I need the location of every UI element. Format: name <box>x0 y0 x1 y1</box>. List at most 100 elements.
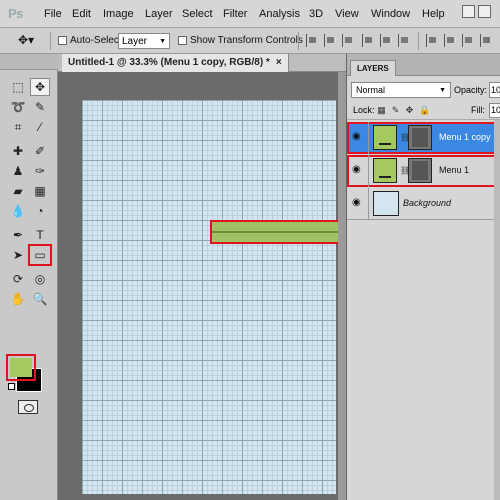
menu-filter[interactable]: Filter <box>223 8 247 20</box>
lock-all-icon[interactable]: 🔒 <box>419 106 430 115</box>
visibility-toggle[interactable]: ◉ <box>347 122 369 154</box>
tab-layers[interactable]: LAYERS <box>350 60 396 76</box>
auto-select-label: Auto-Select: <box>70 35 125 46</box>
minimize-button[interactable] <box>462 5 475 18</box>
foreground-color-swatch[interactable] <box>10 358 32 377</box>
menu-file[interactable]: File <box>44 8 62 20</box>
tools-panel-header[interactable] <box>0 54 58 70</box>
move-tool-icon[interactable]: ✥▾ <box>18 33 34 47</box>
rectangle-tool-icon[interactable]: ▭ <box>28 244 52 266</box>
chevron-down-icon: ▼ <box>439 87 446 94</box>
move-tool-icon[interactable]: ✥ <box>30 78 50 96</box>
document-area: Untitled-1 @ 33.3% (Menu 1 copy, RGB/8) … <box>58 54 360 500</box>
quick-select-icon[interactable]: ✎ <box>30 98 50 116</box>
brush-icon[interactable]: ✐ <box>30 142 50 160</box>
menu-edit[interactable]: Edit <box>72 8 91 20</box>
blend-mode-dropdown[interactable]: Normal ▼ <box>351 82 451 98</box>
opacity-label: Opacity: <box>454 85 488 95</box>
align-left-icon[interactable] <box>362 34 374 47</box>
layer-row-background[interactable]: ◉ Background <box>347 188 500 220</box>
document-tabbar: Untitled-1 @ 33.3% (Menu 1 copy, RGB/8) … <box>58 54 346 72</box>
eyedropper-icon[interactable]: ⁄ <box>30 118 50 136</box>
lasso-icon[interactable]: ➰ <box>8 98 28 116</box>
document-tab[interactable]: Untitled-1 @ 33.3% (Menu 1 copy, RGB/8) … <box>62 54 289 72</box>
opacity-field[interactable]: 100% <box>489 82 500 98</box>
pen-icon[interactable]: ✒ <box>8 226 28 244</box>
crop-icon[interactable]: ⌗ <box>8 118 28 136</box>
lock-label: Lock: <box>353 105 375 115</box>
align-right-icon[interactable] <box>398 34 410 47</box>
align-hcenter-icon[interactable] <box>380 34 392 47</box>
photoshop-logo: Ps <box>8 6 23 21</box>
lock-transparency-icon[interactable]: ▦ <box>377 106 386 115</box>
show-transform-checkbox[interactable] <box>178 36 187 45</box>
path-select-icon[interactable]: ➤ <box>8 246 28 264</box>
layer-row-menu-1-copy[interactable]: ◉ ⛓ Menu 1 copy <box>347 122 500 154</box>
menu-image[interactable]: Image <box>103 8 134 20</box>
lock-pixels-icon[interactable]: ✎ <box>391 106 400 115</box>
type-icon[interactable]: T <box>30 226 50 244</box>
fill-field[interactable]: 100% <box>489 103 500 118</box>
canvas-grid[interactable] <box>82 100 360 494</box>
align-top-icon[interactable] <box>306 34 318 47</box>
lock-position-icon[interactable]: ✥ <box>405 106 414 115</box>
layer-thumbnail <box>373 191 399 216</box>
auto-select-dropdown[interactable]: Layer ▼ <box>118 33 170 49</box>
eye-icon: ◉ <box>352 131 361 142</box>
distribute-left-icon[interactable] <box>480 34 492 47</box>
close-icon[interactable]: × <box>276 57 282 68</box>
hand-icon[interactable]: ✋ <box>8 290 28 308</box>
document-scrollbar[interactable] <box>338 72 346 500</box>
history-brush-icon[interactable]: ✑ <box>30 162 50 180</box>
layer-thumbnail <box>373 158 397 183</box>
blend-mode-value: Normal <box>356 85 386 95</box>
zoom-icon[interactable]: 🔍 <box>30 290 50 308</box>
eye-icon: ◉ <box>352 164 361 175</box>
menu-analysis[interactable]: Analysis <box>259 8 300 20</box>
vector-mask-thumbnail[interactable] <box>408 125 432 150</box>
fill-label: Fill: <box>471 105 485 115</box>
3d-orbit-icon[interactable]: ◎ <box>30 270 50 288</box>
3d-rotate-icon[interactable]: ⟳ <box>8 270 28 288</box>
layer-thumbnail <box>373 125 397 150</box>
quick-mask-icon[interactable] <box>18 400 38 414</box>
layer-name: Menu 1 copy <box>439 132 491 142</box>
menu-layer[interactable]: Layer <box>145 8 173 20</box>
layer-row-menu-1[interactable]: ◉ ⛓ Menu 1 <box>347 155 500 187</box>
document-title: Untitled-1 @ 33.3% (Menu 1 copy, RGB/8) … <box>68 57 270 68</box>
default-colors-icon[interactable] <box>8 383 15 390</box>
blur-icon[interactable]: 💧 <box>8 202 28 220</box>
menu-select[interactable]: Select <box>182 8 213 20</box>
foreground-color-highlight[interactable] <box>6 354 36 381</box>
distribute-vcenter-icon[interactable] <box>444 34 456 47</box>
menu-help[interactable]: Help <box>422 8 445 20</box>
layers-scrollbar[interactable] <box>494 120 500 500</box>
auto-select-checkbox[interactable] <box>58 36 67 45</box>
align-vcenter-icon[interactable] <box>324 34 336 47</box>
rect-marquee-icon[interactable]: ⬚ <box>8 78 28 96</box>
separator <box>50 32 51 50</box>
separator <box>418 32 419 50</box>
visibility-toggle[interactable]: ◉ <box>347 188 369 220</box>
healing-brush-icon[interactable]: ✚ <box>8 142 28 160</box>
distribute-bottom-icon[interactable] <box>462 34 474 47</box>
maximize-button[interactable] <box>478 5 491 18</box>
visibility-toggle[interactable]: ◉ <box>347 155 369 187</box>
eraser-icon[interactable]: ▰ <box>8 182 28 200</box>
menu-3d[interactable]: 3D <box>309 8 323 20</box>
lock-row: Lock: ▦ ✎ ✥ 🔒 Fill: 100% <box>347 102 500 120</box>
align-bottom-icon[interactable] <box>342 34 354 47</box>
dodge-icon[interactable]: ◔ <box>30 202 50 220</box>
options-bar: ✥▾ Auto-Select: Layer ▼ Show Transform C… <box>0 28 500 54</box>
eye-icon: ◉ <box>352 197 361 208</box>
gradient-icon[interactable]: ▦ <box>30 182 50 200</box>
separator <box>298 32 299 50</box>
window-controls <box>462 5 492 23</box>
vector-mask-thumbnail[interactable] <box>408 158 432 183</box>
chevron-down-icon: ▼ <box>159 38 166 45</box>
clone-stamp-icon[interactable]: ♟ <box>8 162 28 180</box>
menu-window[interactable]: Window <box>371 8 410 20</box>
distribute-top-icon[interactable] <box>426 34 438 47</box>
layer-name: Menu 1 <box>439 165 470 175</box>
menu-view[interactable]: View <box>335 8 359 20</box>
